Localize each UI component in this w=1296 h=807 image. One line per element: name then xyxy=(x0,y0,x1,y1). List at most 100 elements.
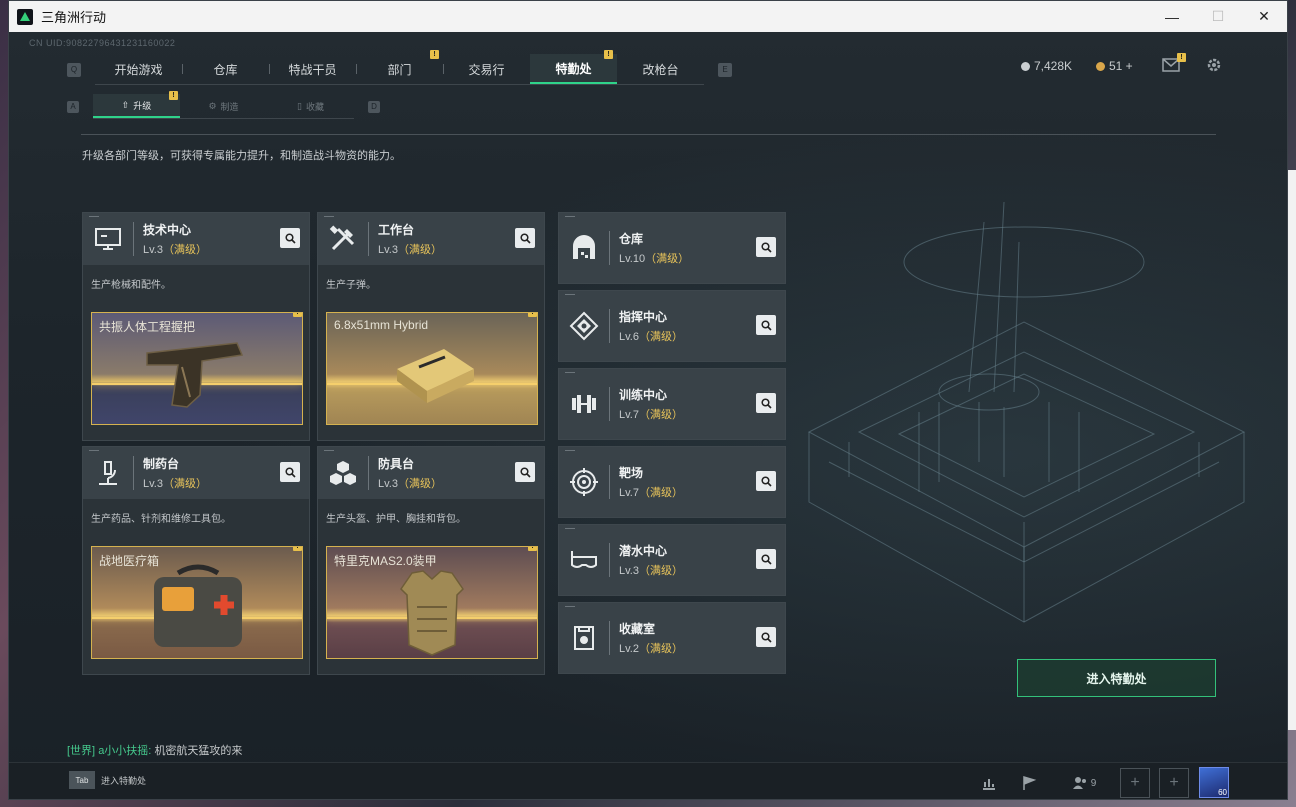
search-icon xyxy=(519,466,531,478)
minimize-button[interactable]: — xyxy=(1149,1,1195,32)
facility-card-pharmacy[interactable]: 制药台 Lv.3（满级） 生产药品、针剂和维修工具包。 战地医疗箱 ! xyxy=(82,446,310,675)
command-icon xyxy=(559,291,609,361)
craft-icon: ⚙ xyxy=(208,100,217,111)
search-button[interactable] xyxy=(756,237,776,257)
chat-user: a小小扶摇: xyxy=(98,745,152,757)
notification-badge: ! xyxy=(528,313,537,317)
dumbbell-icon xyxy=(559,369,609,439)
notification-badge: ! xyxy=(604,50,613,59)
search-button[interactable] xyxy=(515,228,535,248)
warehouse-icon xyxy=(559,213,609,283)
ticket-balance[interactable]: 51 + xyxy=(1096,59,1133,73)
facility-card-training-center[interactable]: 训练中心 Lv.7（满级） xyxy=(558,368,786,440)
tab-operators[interactable]: 特战干员 xyxy=(269,54,356,84)
tab-shortcut-hint[interactable]: Tab 进入特勤处 xyxy=(69,771,146,789)
search-icon xyxy=(760,631,772,643)
app-logo-icon xyxy=(17,8,33,25)
subtab-craft[interactable]: ⚙ 制造 xyxy=(180,94,267,118)
friends-button[interactable]: 9 xyxy=(1064,768,1104,798)
search-icon xyxy=(760,475,772,487)
facility-card-tech-center[interactable]: 技术中心 Lv.3（满级） 生产枪械和配件。 共振人体工程握把 ! xyxy=(82,212,310,441)
game-window: 三角洲行动 — ☐ ✕ CN UID:9082279643123116002​2… xyxy=(8,0,1288,800)
chat-channel: [世界] xyxy=(67,745,96,757)
facility-card-diving-center[interactable]: 潜水中心 Lv.3（满级） xyxy=(558,524,786,596)
goggles-icon xyxy=(559,525,609,595)
search-button[interactable] xyxy=(756,315,776,335)
ticket-icon xyxy=(1096,61,1105,71)
tab-start-game[interactable]: 开始游戏 xyxy=(95,54,182,84)
collection-room-icon xyxy=(559,603,609,673)
tab-special-ops[interactable]: 特勤处! xyxy=(530,50,617,84)
window-title: 三角洲行动 xyxy=(41,10,107,25)
search-button[interactable] xyxy=(515,462,535,482)
coin-balance[interactable]: 7,428K xyxy=(1021,59,1072,73)
enter-special-ops-button[interactable]: 进入特勤处 xyxy=(1017,659,1216,697)
upgrade-icon: ⇧ xyxy=(121,99,130,110)
search-icon xyxy=(760,397,772,409)
subtab-collection[interactable]: ▯ 收藏 xyxy=(267,94,354,118)
grip-item-icon xyxy=(146,342,244,408)
subnav-next-key[interactable]: D xyxy=(368,100,380,113)
ammo-box-icon xyxy=(397,349,474,403)
tab-key: Tab xyxy=(69,771,95,789)
search-button[interactable] xyxy=(756,471,776,491)
player-avatar[interactable]: 60 xyxy=(1199,767,1229,798)
collection-icon: ▯ xyxy=(297,100,302,111)
add-teammate-slot[interactable]: + xyxy=(1159,768,1189,798)
game-viewport: CN UID:9082279643123116002​2 Q 开始游戏 仓库 特… xyxy=(9,32,1287,799)
search-icon xyxy=(284,232,296,244)
bottom-bar: Tab 进入特勤处 9 + + 60 xyxy=(9,762,1287,799)
product-slot[interactable]: 战地医疗箱 ! xyxy=(91,546,303,659)
add-teammate-slot[interactable]: + xyxy=(1120,768,1150,798)
subtab-upgrade[interactable]: ⇧ 升级! xyxy=(93,91,180,118)
notification-badge: ! xyxy=(430,50,439,59)
mail-badge: ! xyxy=(1177,53,1186,62)
product-slot[interactable]: 共振人体工程握把 ! xyxy=(91,312,303,425)
search-button[interactable] xyxy=(756,549,776,569)
monitor-icon xyxy=(83,213,133,265)
title-bar: 三角洲行动 — ☐ ✕ xyxy=(9,1,1287,32)
tab-warehouse[interactable]: 仓库 xyxy=(182,54,269,84)
coin-icon xyxy=(1021,61,1030,71)
stats-icon[interactable] xyxy=(974,768,1004,798)
facility-card-shooting-range[interactable]: 靶场 Lv.7（满级） xyxy=(558,446,786,518)
player-uid: CN UID:9082279643123116002​2 xyxy=(29,38,176,48)
product-slot[interactable]: 6.8x51mm Hybrid ! xyxy=(326,312,538,425)
microscope-icon xyxy=(83,447,133,499)
medkit-item-icon xyxy=(154,564,242,647)
search-button[interactable] xyxy=(756,627,776,647)
facility-card-collection-room[interactable]: 收藏室 Lv.2（满级） xyxy=(558,602,786,674)
mail-icon[interactable]: ! xyxy=(1162,53,1186,77)
search-icon xyxy=(519,232,531,244)
close-button[interactable]: ✕ xyxy=(1241,1,1287,32)
facility-card-armor-bench[interactable]: 防具台 Lv.3（满级） 生产头盔、护甲、胸挂和背包。 特里克MAS2.0装甲 ! xyxy=(317,446,545,675)
target-icon xyxy=(559,447,609,517)
facility-card-workbench[interactable]: 工作台 Lv.3（满级） 生产子弹。 6.8x51mm Hybrid ! xyxy=(317,212,545,441)
nav-next-key[interactable]: E xyxy=(718,62,732,77)
notification-badge: ! xyxy=(528,547,537,551)
maximize-button[interactable]: ☐ xyxy=(1195,1,1241,32)
product-slot[interactable]: 特里克MAS2.0装甲 ! xyxy=(326,546,538,659)
subnav-prev-key[interactable]: A xyxy=(67,100,79,113)
notification-badge: ! xyxy=(293,313,302,317)
facility-card-command-center[interactable]: 指挥中心 Lv.6（满级） xyxy=(558,290,786,362)
tab-gunsmith[interactable]: 改枪台 xyxy=(617,54,704,84)
search-button[interactable] xyxy=(280,228,300,248)
facility-card-warehouse[interactable]: 仓库 Lv.10（满级） xyxy=(558,212,786,284)
chat-message: 机密航天猛攻的来 xyxy=(154,745,243,757)
search-icon xyxy=(760,553,772,565)
tab-department[interactable]: 部门! xyxy=(356,50,443,84)
search-button[interactable] xyxy=(280,462,300,482)
search-button[interactable] xyxy=(756,393,776,413)
header-divider xyxy=(81,134,1216,135)
flag-icon[interactable] xyxy=(1014,768,1044,798)
friends-icon xyxy=(1072,777,1086,789)
tab-market[interactable]: 交易行 xyxy=(443,54,530,84)
chat-line[interactable]: [世界] a小小扶摇: 机密航天猛攻的来 xyxy=(67,742,242,758)
armor-vest-icon xyxy=(400,570,464,656)
search-icon xyxy=(284,466,296,478)
gear-icon[interactable] xyxy=(1206,57,1222,78)
page-description: 升级各部门等级，可获得专属能力提升，和制造战斗物资的能力。 xyxy=(82,150,401,162)
nav-prev-key[interactable]: Q xyxy=(67,62,81,77)
tools-icon xyxy=(318,213,368,265)
